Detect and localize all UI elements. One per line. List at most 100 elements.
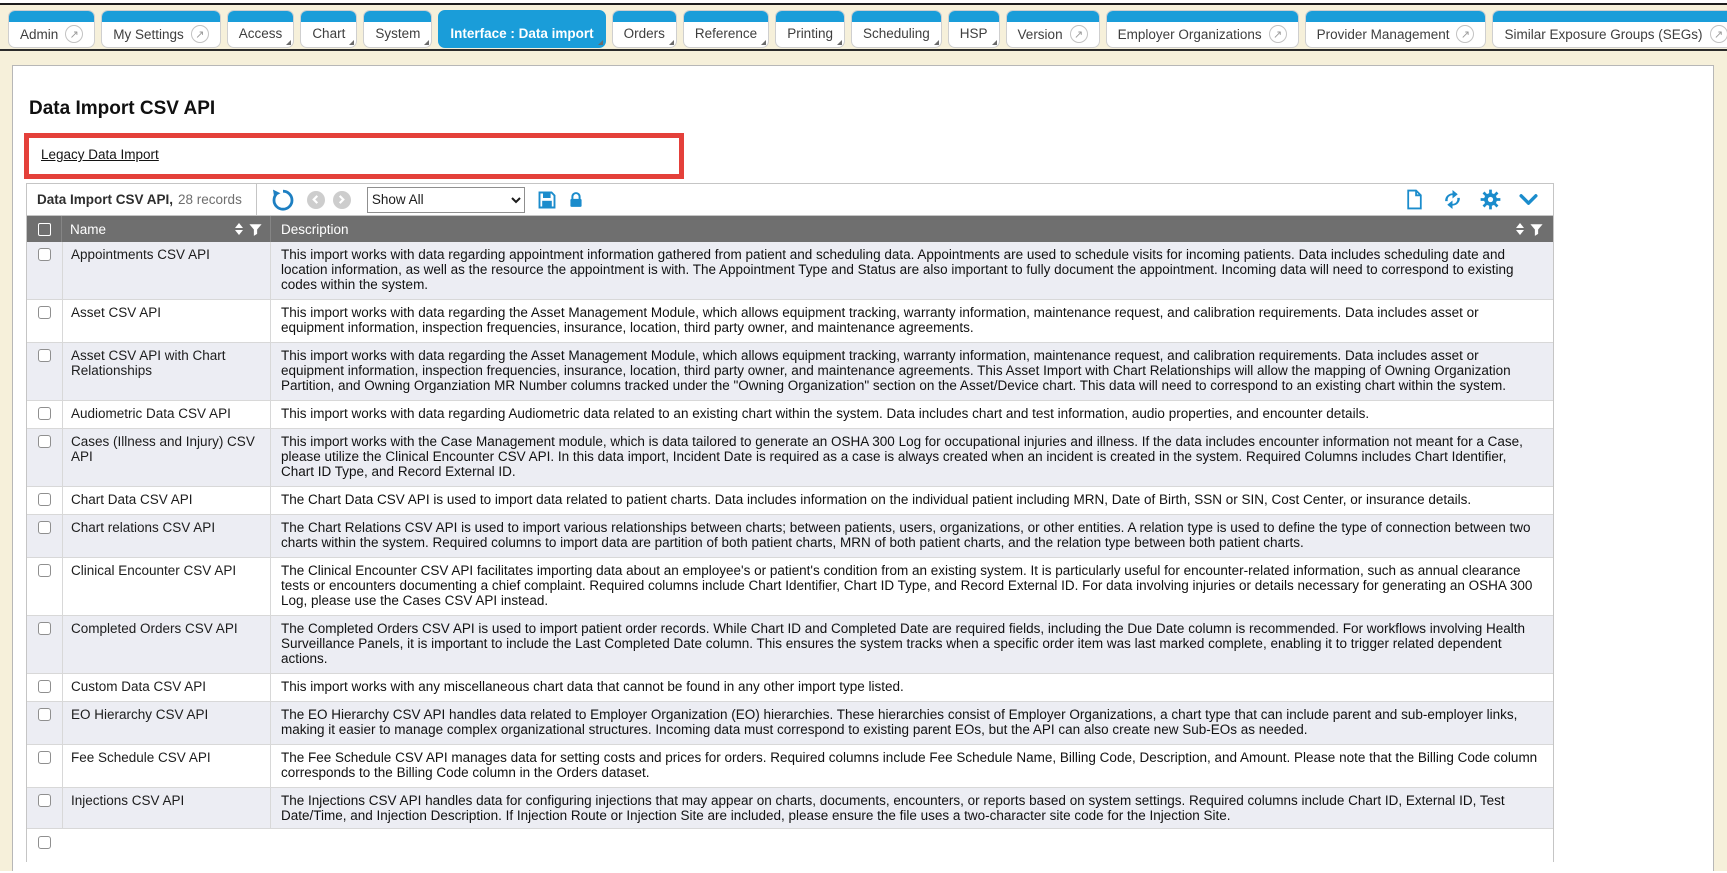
tab-version[interactable]: Version (1006, 10, 1100, 48)
column-header-description[interactable]: Description (271, 216, 1553, 242)
sort-arrows-icon[interactable] (235, 223, 243, 235)
tab-accent (301, 11, 356, 22)
select-all-checkbox-cell[interactable] (27, 216, 62, 242)
chevron-left-icon[interactable] (307, 191, 325, 209)
external-link-icon[interactable] (1710, 25, 1727, 43)
row-description: This import works with data regarding Au… (271, 401, 1553, 428)
tab-similar-exposure-groups[interactable]: Similar Exposure Groups (SEGs) (1492, 10, 1727, 48)
external-link-icon[interactable] (1456, 25, 1474, 43)
row-checkbox[interactable] (38, 306, 51, 319)
filter-funnel-icon[interactable] (1530, 223, 1543, 236)
tab-hsp[interactable]: HSP (948, 10, 1000, 48)
refresh-icon[interactable] (1442, 189, 1463, 210)
table-row[interactable]: Completed Orders CSV API The Completed O… (27, 616, 1553, 674)
tab-admin[interactable]: Admin (8, 10, 95, 48)
table-row[interactable]: Chart Data CSV API The Chart Data CSV AP… (27, 487, 1553, 515)
external-link-icon[interactable] (1269, 25, 1287, 43)
tab-employer-organizations[interactable]: Employer Organizations (1106, 10, 1299, 48)
filter-funnel-icon[interactable] (249, 223, 262, 236)
tab-provider-management[interactable]: Provider Management (1305, 10, 1487, 48)
row-checkbox[interactable] (38, 680, 51, 693)
tab-accent (439, 11, 604, 22)
app-chrome: Admin My Settings Access Chart System In… (0, 5, 1727, 871)
gear-icon[interactable] (1480, 189, 1501, 210)
table-row-partial[interactable] (27, 829, 1553, 862)
external-link-icon[interactable] (65, 25, 83, 43)
select-all-checkbox[interactable] (38, 223, 51, 236)
table-row[interactable]: Fee Schedule CSV API The Fee Schedule CS… (27, 745, 1553, 788)
tab-my-settings[interactable]: My Settings (101, 10, 221, 48)
sort-arrows-icon[interactable] (1516, 223, 1524, 235)
tab-accent (228, 11, 294, 22)
table-row[interactable]: Asset CSV API with Chart Relationships T… (27, 343, 1553, 401)
row-checkbox[interactable] (38, 622, 51, 635)
row-name: Custom Data CSV API (62, 674, 271, 701)
row-name: Appointments CSV API (62, 242, 271, 299)
tab-orders[interactable]: Orders (612, 10, 677, 48)
table-row[interactable]: Appointments CSV API This import works w… (27, 242, 1553, 300)
tab-access[interactable]: Access (227, 10, 295, 48)
tab-accent (1306, 11, 1486, 22)
row-checkbox[interactable] (38, 521, 51, 534)
new-document-icon[interactable] (1404, 189, 1425, 210)
tab-accent (102, 11, 220, 22)
red-annotation-box: Legacy Data Import (24, 133, 684, 179)
row-name: Completed Orders CSV API (62, 616, 271, 673)
row-description: The Injections CSV API handles data for … (271, 788, 1553, 828)
tab-label: Orders (624, 26, 665, 41)
row-checkbox[interactable] (38, 836, 51, 849)
tab-label: Printing (787, 26, 833, 41)
tab-chart[interactable]: Chart (300, 10, 357, 48)
chevron-down-icon[interactable] (1518, 189, 1539, 210)
tab-accent (949, 11, 999, 22)
save-icon[interactable] (537, 190, 557, 210)
lock-icon[interactable] (567, 191, 585, 209)
table-row[interactable]: Clinical Encounter CSV API The Clinical … (27, 558, 1553, 616)
row-name: Clinical Encounter CSV API (62, 558, 271, 615)
legacy-data-import-link[interactable]: Legacy Data Import (41, 147, 159, 162)
row-description: This import works with the Case Manageme… (271, 429, 1553, 486)
tab-accent (852, 11, 941, 22)
tab-accent (1107, 11, 1298, 22)
table-row[interactable]: EO Hierarchy CSV API The EO Hierarchy CS… (27, 702, 1553, 745)
tab-accent (9, 11, 94, 22)
table-row[interactable]: Asset CSV API This import works with dat… (27, 300, 1553, 343)
content-panel: Data Import CSV API Legacy Data Import D… (12, 65, 1714, 871)
table-row[interactable]: Chart relations CSV API The Chart Relati… (27, 515, 1553, 558)
row-checkbox[interactable] (38, 751, 51, 764)
row-description: This import works with data regarding th… (271, 300, 1553, 342)
tab-label: Interface : Data import (450, 26, 593, 41)
data-import-table: Name Description (26, 216, 1554, 862)
table-row[interactable]: Injections CSV API The Injections CSV AP… (27, 788, 1553, 829)
row-description: This import works with any miscellaneous… (271, 674, 1553, 701)
tab-printing[interactable]: Printing (775, 10, 845, 48)
tab-label: Chart (312, 26, 345, 41)
tab-label: Admin (20, 27, 58, 42)
table-row[interactable]: Custom Data CSV API This import works wi… (27, 674, 1553, 702)
tab-reference[interactable]: Reference (683, 10, 769, 48)
row-checkbox[interactable] (38, 493, 51, 506)
tab-scheduling[interactable]: Scheduling (851, 10, 942, 48)
external-link-icon[interactable] (1070, 25, 1088, 43)
admin-tab-bar: Admin My Settings Access Chart System In… (0, 5, 1727, 51)
row-checkbox[interactable] (38, 794, 51, 807)
row-name: EO Hierarchy CSV API (62, 702, 271, 744)
view-filter-select[interactable]: Show All (367, 187, 525, 213)
external-link-icon[interactable] (191, 25, 209, 43)
table-row[interactable]: Audiometric Data CSV API This import wor… (27, 401, 1553, 429)
row-checkbox[interactable] (38, 435, 51, 448)
table-row[interactable]: Cases (Illness and Injury) CSV API This … (27, 429, 1553, 487)
tab-interface-data-import[interactable]: Interface : Data import (438, 10, 605, 48)
row-name: Asset CSV API (62, 300, 271, 342)
column-header-name[interactable]: Name (62, 216, 271, 242)
row-checkbox[interactable] (38, 407, 51, 420)
row-checkbox[interactable] (38, 349, 51, 362)
row-checkbox[interactable] (38, 248, 51, 261)
row-checkbox[interactable] (38, 708, 51, 721)
row-name: Chart Data CSV API (62, 487, 271, 514)
grid-title: Data Import CSV API, 28 records (27, 184, 257, 215)
row-checkbox[interactable] (38, 564, 51, 577)
chevron-right-icon[interactable] (333, 191, 351, 209)
tab-system[interactable]: System (363, 10, 432, 48)
undo-icon[interactable] (271, 188, 295, 212)
